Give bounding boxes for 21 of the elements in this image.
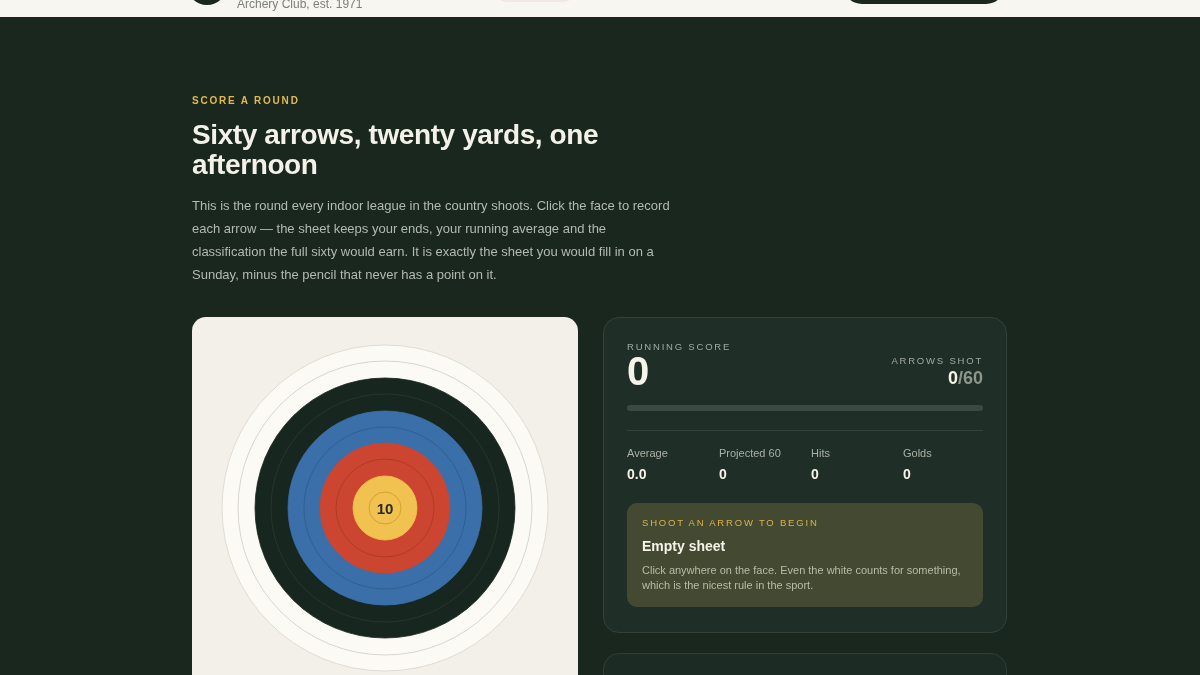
stat-label: Hits	[811, 447, 831, 460]
bullseye-score-label: 10	[376, 499, 394, 517]
stat-value: 0	[811, 466, 820, 483]
callout-eyebrow: SHOOT AN ARROW TO BEGIN	[642, 517, 820, 529]
section-description: This is the round every indoor league in the country shoots. Click the face to record each arrow — the sheet keeps your ends, your running average and the classification the full sixty would earn. It is exactly the sheet you would fill in on a Sunday, minus the pencil that never has a point on it.	[192, 197, 671, 284]
running-score-label: RUNNING SCORE	[627, 341, 732, 353]
arrows-shot-label: ARROWS SHOT	[891, 355, 983, 367]
section-title: Sixty arrows, twenty yards, one afternoon	[192, 120, 600, 180]
stat-value: 0.0	[627, 466, 648, 483]
stat-value: 0	[719, 466, 728, 483]
stat-label: Golds	[903, 447, 933, 460]
section-eyebrow: SCORE A ROUND	[192, 95, 301, 107]
arrows-total: /60	[957, 368, 983, 388]
stat-value: 0	[903, 466, 912, 483]
stat-label: Average	[627, 447, 669, 460]
callout-title: Empty sheet	[642, 537, 727, 555]
callout-text: Click anywhere on the face. Even the white counts for something, which is the nicest rule in the sport.	[642, 563, 962, 593]
running-score-value: 0	[627, 353, 650, 389]
arrows-shot-count: 0	[947, 368, 958, 388]
stat-label: Projected 60	[719, 447, 782, 460]
archery-target-drawing[interactable]	[221, 344, 549, 672]
